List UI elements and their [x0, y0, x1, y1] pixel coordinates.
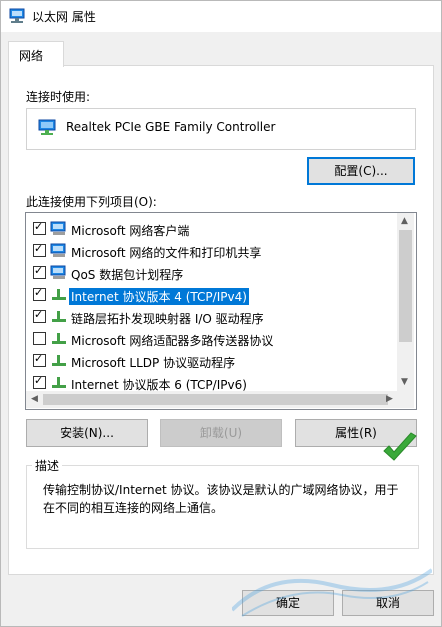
uninstall-button-label: 卸载(U) [199, 426, 243, 440]
item-checkbox[interactable] [33, 308, 46, 323]
configure-button[interactable]: 配置(C)... [307, 157, 415, 185]
configure-button-label: 配置(C)... [334, 164, 388, 178]
horizontal-scrollbar[interactable]: ◀ ▶ [26, 391, 414, 408]
scroll-thumb[interactable] [43, 394, 388, 405]
item-label: Microsoft 网络适配器多路传送器协议 [71, 334, 274, 348]
uninstall-button[interactable]: 卸载(U) [160, 419, 282, 447]
protocol-icon [50, 353, 68, 371]
list-item[interactable]: Microsoft 网络的文件和打印机共享 [26, 240, 398, 262]
scroll-up-icon[interactable]: ▲ [401, 216, 408, 226]
protocol-icon [50, 309, 68, 327]
list-item[interactable]: Microsoft 网络客户端 [26, 218, 398, 240]
watermark-logo-icon [230, 550, 434, 623]
scroll-left-icon[interactable]: ◀ [31, 394, 38, 404]
item-label: Microsoft 网络客户端 [71, 224, 190, 238]
item-checkbox[interactable] [33, 352, 46, 367]
item-label: Internet 协议版本 4 (TCP/IPv4) [69, 288, 249, 305]
item-checkbox[interactable] [33, 242, 46, 257]
green-check-icon [380, 431, 420, 468]
network-client-icon [50, 221, 68, 239]
list-item[interactable]: 链路层拓扑发现映射器 I/O 驱动程序 [26, 306, 398, 328]
components-list[interactable]: Microsoft 网络客户端 Microsoft 网络的文件和打印机共享 Qo… [25, 212, 417, 410]
item-checkbox[interactable] [33, 264, 46, 279]
tab-network[interactable]: 网络 [8, 41, 64, 67]
scroll-right-icon[interactable]: ▶ [386, 394, 393, 404]
item-checkbox[interactable] [33, 332, 46, 345]
install-button-label: 安装(N)... [60, 426, 114, 440]
item-label: Microsoft LLDP 协议驱动程序 [71, 356, 236, 370]
item-label: QoS 数据包计划程序 [71, 268, 184, 282]
window-title: 以太网 属性 [32, 10, 96, 24]
network-icon [8, 8, 26, 27]
scroll-down-icon[interactable]: ▼ [401, 377, 408, 387]
network-adapter-icon [37, 119, 57, 140]
list-item[interactable]: Microsoft LLDP 协议驱动程序 [26, 350, 398, 372]
protocol-icon [50, 265, 68, 283]
connect-using-label: 连接时使用: [26, 90, 91, 104]
title-bar: 以太网 属性 [0, 0, 442, 32]
adapter-name: Realtek PCIe GBE Family Controller [66, 120, 276, 134]
protocol-icon [50, 287, 68, 305]
adapter-box: Realtek PCIe GBE Family Controller [26, 108, 416, 150]
list-item-selected[interactable]: Internet 协议版本 4 (TCP/IPv4) [26, 284, 398, 306]
description-title: 描述 [32, 457, 63, 474]
vertical-scrollbar[interactable]: ▲ ▼ [397, 213, 414, 391]
list-item[interactable]: QoS 数据包计划程序 [26, 262, 398, 284]
tab-label: 网络 [19, 49, 44, 63]
item-checkbox[interactable] [33, 374, 46, 389]
properties-button-label: 属性(R) [335, 426, 377, 440]
protocol-icon [50, 331, 68, 349]
file-share-icon [50, 243, 68, 261]
scroll-thumb[interactable] [399, 230, 412, 342]
description-text: 传输控制协议/Internet 协议。该协议是默认的广域网络协议，用于在不同的相… [43, 483, 399, 515]
list-item[interactable]: Microsoft 网络适配器多路传送器协议 [26, 328, 398, 350]
item-label: 链路层拓扑发现映射器 I/O 驱动程序 [71, 312, 264, 326]
install-button[interactable]: 安装(N)... [26, 419, 148, 447]
scroll-corner [397, 391, 414, 408]
item-label: Microsoft 网络的文件和打印机共享 [71, 246, 262, 260]
item-checkbox[interactable] [33, 220, 46, 235]
items-label: 此连接使用下列项目(O): [26, 195, 157, 209]
item-checkbox[interactable] [33, 286, 46, 301]
